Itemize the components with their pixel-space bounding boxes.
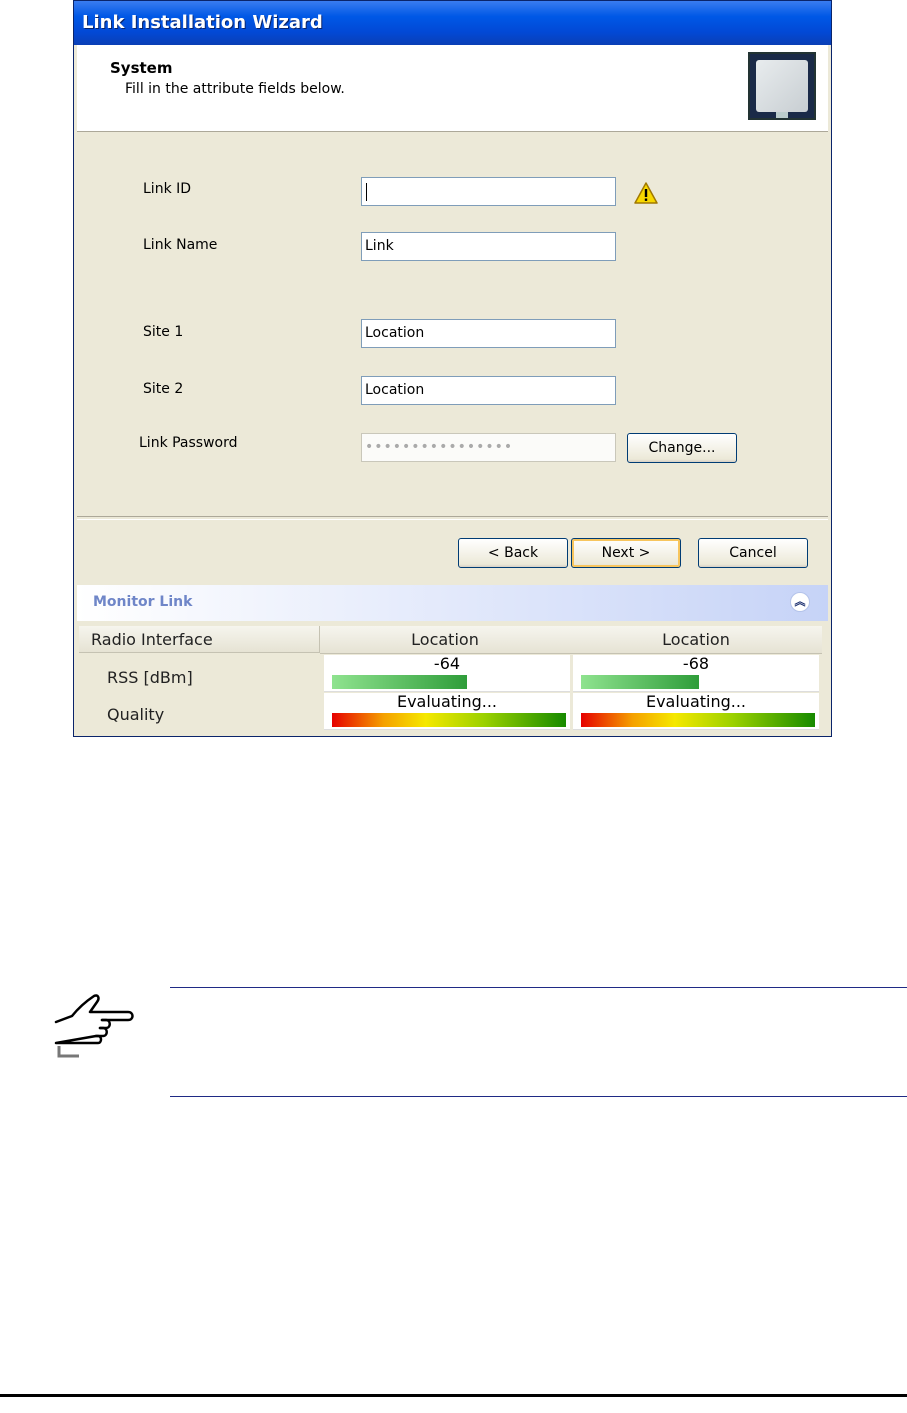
monitor-table: Radio Interface Location Location RSS [d… — [79, 626, 822, 732]
site2-label: Site 2 — [143, 381, 184, 397]
next-button[interactable]: Next > — [571, 538, 681, 568]
step-subtitle: Fill in the attribute fields below. — [125, 81, 345, 97]
rss-bar — [581, 675, 699, 689]
collapse-icon[interactable]: ︽ — [790, 592, 810, 612]
divider — [77, 516, 828, 520]
site1-label: Site 1 — [143, 324, 184, 340]
wizard-window: Link Installation Wizard System Fill in … — [73, 0, 832, 737]
back-button[interactable]: < Back — [458, 538, 568, 568]
column-header: Location — [320, 626, 571, 654]
odu-panel-icon — [748, 52, 816, 120]
link-id-field[interactable] — [361, 177, 616, 206]
quality-bar — [581, 713, 815, 727]
cancel-button[interactable]: Cancel — [698, 538, 808, 568]
quality-row-label: Quality — [107, 705, 165, 724]
change-password-button[interactable]: Change... — [627, 433, 737, 463]
step-title: System — [110, 59, 173, 77]
rss-value: -68 — [682, 654, 710, 673]
note-top-rule — [170, 987, 907, 988]
column-header: Radio Interface — [79, 626, 320, 653]
column-header: Location — [570, 626, 822, 654]
monitor-link-title: Monitor Link — [93, 594, 193, 610]
site1-field[interactable]: Location — [361, 319, 616, 348]
rss-cell-site1: -64 — [324, 655, 570, 692]
monitor-link-header[interactable]: Monitor Link ︽ — [77, 585, 828, 621]
title-bar[interactable]: Link Installation Wizard — [74, 1, 831, 45]
pointing-hand-icon — [54, 994, 134, 1058]
rss-row-label: RSS [dBm] — [107, 668, 193, 687]
warning-icon — [634, 182, 658, 204]
quality-value: Evaluating... — [645, 692, 747, 711]
link-name-label: Link Name — [143, 237, 218, 253]
link-name-field[interactable]: Link — [361, 232, 616, 261]
quality-cell-site2: Evaluating... — [573, 693, 819, 730]
window-title: Link Installation Wizard — [82, 12, 323, 33]
quality-value: Evaluating... — [396, 692, 498, 711]
quality-bar — [332, 713, 566, 727]
note-bottom-rule — [170, 1096, 907, 1097]
rss-bar — [332, 675, 467, 689]
rss-value: -64 — [433, 654, 461, 673]
link-password-field: •••••••••••••••• — [361, 433, 616, 462]
page-footer-rule — [0, 1394, 907, 1397]
link-password-label: Link Password — [139, 435, 238, 451]
site2-field[interactable]: Location — [361, 376, 616, 405]
rss-cell-site2: -68 — [573, 655, 819, 692]
wizard-header: System Fill in the attribute fields belo… — [77, 45, 828, 132]
link-id-label: Link ID — [143, 181, 192, 197]
quality-cell-site1: Evaluating... — [324, 693, 570, 730]
form-area: Link ID Link Name Link Site 1 Location S… — [77, 132, 828, 516]
